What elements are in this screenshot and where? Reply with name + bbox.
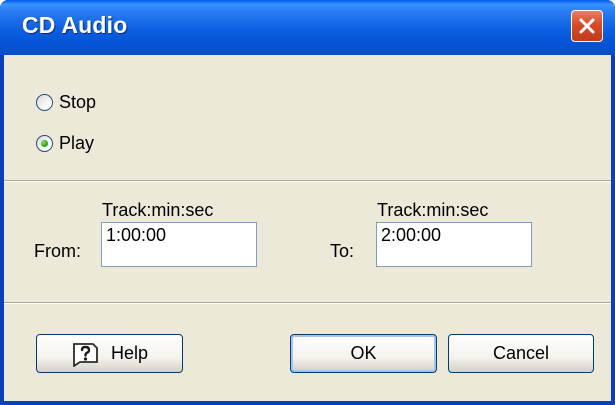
- radio-stop-circle[interactable]: [36, 94, 53, 111]
- help-icon: [71, 341, 99, 368]
- help-label: Help: [110, 343, 149, 363]
- window-frame-right: [611, 55, 615, 405]
- radio-play[interactable]: Play: [36, 133, 94, 154]
- to-format-label: Track:min:sec: [377, 200, 489, 220]
- ok-button[interactable]: OK: [290, 334, 437, 373]
- radio-play-circle[interactable]: [36, 135, 53, 152]
- window-frame-bottom: [0, 401, 615, 405]
- close-icon: [579, 18, 595, 34]
- cancel-button[interactable]: Cancel: [448, 334, 594, 373]
- radio-stop[interactable]: Stop: [36, 92, 96, 113]
- radio-play-label: Play: [59, 133, 95, 153]
- radio-stop-label: Stop: [59, 92, 97, 112]
- separator-top: [4, 180, 611, 182]
- radio-selected-dot: [41, 140, 48, 147]
- close-button[interactable]: [571, 10, 603, 42]
- to-field[interactable]: 2:00:00: [376, 222, 532, 267]
- from-label: From:: [34, 241, 81, 261]
- to-label: To:: [330, 241, 355, 261]
- ok-label: OK: [350, 343, 377, 363]
- help-button[interactable]: Help: [36, 334, 183, 373]
- from-format-label: Track:min:sec: [102, 200, 214, 220]
- from-field[interactable]: 1:00:00: [101, 222, 257, 267]
- cancel-label: Cancel: [492, 343, 550, 363]
- dialog-window: CD Audio Stop Play Track:min:sec From: 1…: [0, 0, 615, 405]
- title-bar[interactable]: CD Audio: [0, 0, 615, 55]
- dialog-title: CD Audio: [22, 12, 128, 38]
- separator-bottom: [4, 302, 611, 304]
